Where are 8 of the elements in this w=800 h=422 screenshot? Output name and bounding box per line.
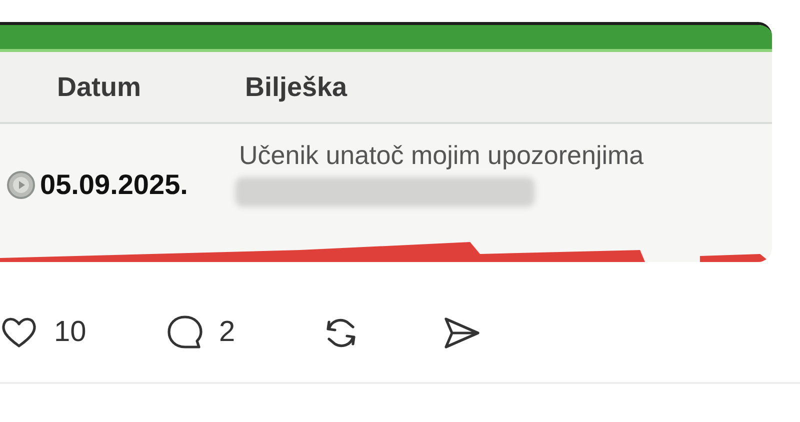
note-cell: Učenik unatoč mojim upozorenjima xyxy=(239,140,644,170)
like-count: 10 xyxy=(54,316,86,348)
column-header: Bilješka xyxy=(245,72,348,102)
column-header: Datum xyxy=(57,72,142,102)
speech-bubble-icon[interactable] xyxy=(165,313,205,351)
comment-count: 2 xyxy=(219,316,236,348)
play-icon[interactable] xyxy=(6,170,36,200)
date-cell-text: 05.09.2025. xyxy=(40,169,189,201)
